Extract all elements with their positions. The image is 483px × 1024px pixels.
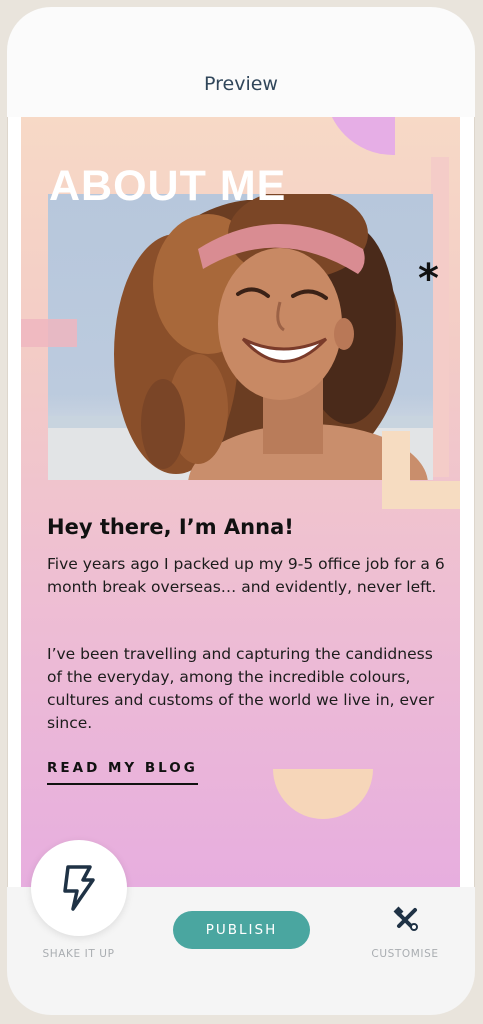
shake-it-up-label: SHAKE IT UP [42,948,115,960]
about-heading: ABOUT ME [49,162,287,210]
decorative-lshape-horizontal [382,481,460,509]
bio-paragraph: I’ve been travelling and capturing the c… [47,645,435,732]
decorative-purple-quarter-circle [325,117,395,155]
shake-it-up-button[interactable] [31,840,127,936]
tools-icon [393,906,418,931]
asterisk-decoration: * [418,256,439,302]
customise-button[interactable] [393,906,419,932]
greeting-heading: Hey there, I’m Anna! [47,515,294,539]
decorative-pink-block [21,319,77,347]
phone-frame: Preview ABOUT ME * Hey there, I’m Anna! … [7,7,475,1015]
publish-button[interactable]: PUBLISH [173,911,310,949]
profile-photo [48,194,433,480]
decorative-semicircle [273,769,373,819]
decorative-right-bar [431,157,449,477]
person-illustration [48,194,433,480]
read-my-blog-link[interactable]: READ MY BLOG [47,760,198,785]
intro-paragraph: Five years ago I packed up my 9-5 office… [47,555,445,596]
preview-header: Preview [7,7,475,117]
customise-label: CUSTOMISE [371,948,439,960]
page-title: Preview [204,73,278,95]
lightning-bolt-icon [63,865,95,911]
about-card: ABOUT ME * Hey there, I’m Anna! Five yea… [21,117,460,887]
